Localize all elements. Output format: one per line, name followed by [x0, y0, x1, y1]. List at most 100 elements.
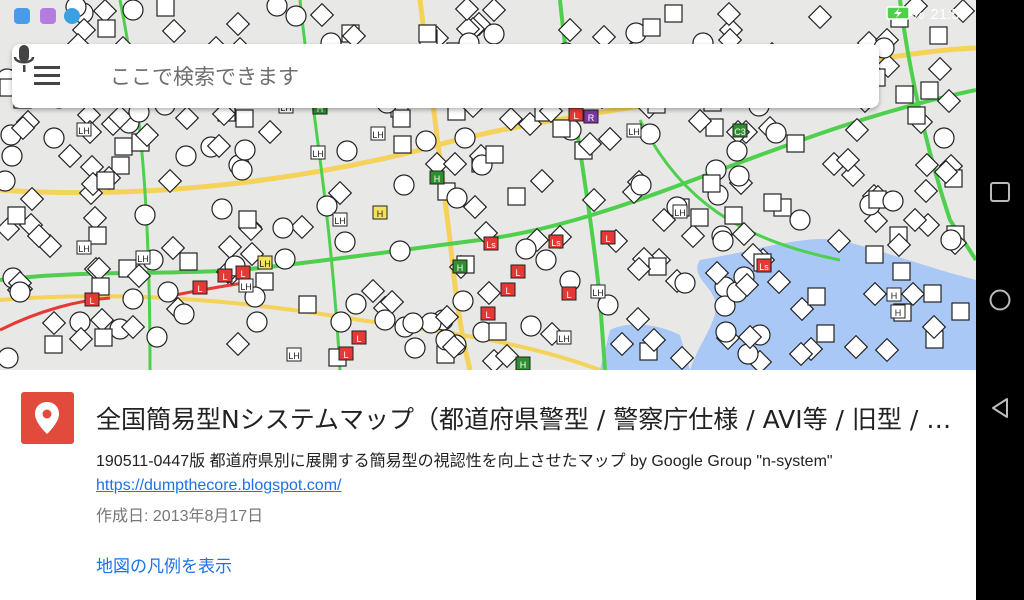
circle-marker[interactable]: [415, 130, 437, 152]
hamburger-menu-icon[interactable]: [34, 66, 60, 86]
diamond-marker[interactable]: [41, 310, 67, 336]
circle-marker[interactable]: [345, 293, 367, 315]
square-marker[interactable]: [91, 277, 110, 296]
square-marker[interactable]: [392, 109, 411, 128]
square-marker[interactable]: [485, 145, 504, 164]
circle-marker[interactable]: [882, 190, 904, 212]
square-marker[interactable]: [648, 257, 667, 276]
diamond-marker[interactable]: [529, 168, 555, 194]
square-marker[interactable]: [94, 328, 113, 347]
circle-marker[interactable]: [173, 303, 195, 325]
circle-marker[interactable]: [0, 347, 19, 369]
circle-marker[interactable]: [520, 315, 542, 337]
circle-marker[interactable]: [454, 127, 476, 149]
square-marker[interactable]: [786, 134, 805, 153]
show-legend-link[interactable]: 地図の凡例を表示: [96, 552, 232, 577]
square-marker[interactable]: [807, 287, 826, 306]
square-marker[interactable]: [951, 302, 970, 321]
square-marker[interactable]: [702, 174, 721, 193]
diamond-marker[interactable]: [86, 256, 112, 282]
circle-marker[interactable]: [715, 321, 737, 343]
circle-marker[interactable]: [639, 123, 661, 145]
square-marker[interactable]: [393, 135, 412, 154]
square-marker[interactable]: [488, 322, 507, 341]
circle-marker[interactable]: [274, 248, 296, 270]
square-marker[interactable]: [179, 252, 198, 271]
circle-marker[interactable]: [402, 312, 424, 334]
square-marker[interactable]: [88, 226, 107, 245]
circle-marker[interactable]: [0, 170, 16, 192]
circle-marker[interactable]: [674, 272, 696, 294]
square-marker[interactable]: [690, 208, 709, 227]
circle-marker[interactable]: [146, 326, 168, 348]
square-marker[interactable]: [298, 295, 317, 314]
diamond-marker[interactable]: [289, 214, 315, 240]
square-marker[interactable]: [114, 137, 133, 156]
circle-marker[interactable]: [393, 174, 415, 196]
diamond-marker[interactable]: [731, 221, 757, 247]
circle-marker[interactable]: [726, 140, 748, 162]
square-marker[interactable]: [895, 85, 914, 104]
diamond-marker[interactable]: [476, 280, 502, 306]
square-marker[interactable]: [865, 245, 884, 264]
circle-marker[interactable]: [122, 288, 144, 310]
square-marker[interactable]: [507, 187, 526, 206]
diamond-marker[interactable]: [442, 151, 468, 177]
square-marker[interactable]: [816, 324, 835, 343]
circle-marker[interactable]: [446, 187, 468, 209]
square-marker[interactable]: [552, 119, 571, 138]
circle-marker[interactable]: [336, 140, 358, 162]
circle-marker[interactable]: [765, 122, 787, 144]
circle-marker[interactable]: [728, 165, 750, 187]
circle-marker[interactable]: [404, 337, 426, 359]
circle-marker[interactable]: [211, 198, 233, 220]
diamond-marker[interactable]: [225, 331, 251, 357]
circle-marker[interactable]: [334, 231, 356, 253]
square-marker[interactable]: [920, 81, 939, 100]
circle-marker[interactable]: [389, 240, 411, 262]
circle-marker[interactable]: [246, 311, 268, 333]
circle-marker[interactable]: [134, 204, 156, 226]
circle-marker[interactable]: [712, 230, 734, 252]
search-input[interactable]: [108, 62, 792, 92]
diamond-marker[interactable]: [57, 143, 83, 169]
map-view[interactable]: LH H LH LH LH H H LH LH LH LH L L LH L L H Ls Ls L L L L L L L LH L…: [0, 0, 976, 370]
circle-marker[interactable]: [515, 238, 537, 260]
back-icon[interactable]: [988, 396, 1012, 420]
square-marker[interactable]: [235, 109, 254, 128]
diamond-marker[interactable]: [597, 126, 623, 152]
diamond-marker[interactable]: [927, 56, 953, 82]
circle-marker[interactable]: [9, 281, 31, 303]
square-marker[interactable]: [892, 262, 911, 281]
circle-marker[interactable]: [175, 145, 197, 167]
circle-marker[interactable]: [452, 290, 474, 312]
square-marker[interactable]: [44, 335, 63, 354]
home-icon[interactable]: [988, 288, 1012, 312]
diamond-marker[interactable]: [913, 178, 939, 204]
circle-marker[interactable]: [234, 139, 256, 161]
diamond-marker[interactable]: [174, 105, 200, 131]
circle-marker[interactable]: [157, 281, 179, 303]
diamond-marker[interactable]: [68, 326, 94, 352]
circle-marker[interactable]: [272, 217, 294, 239]
diamond-marker[interactable]: [217, 234, 243, 260]
microphone-icon[interactable]: [12, 44, 36, 74]
circle-marker[interactable]: [630, 174, 652, 196]
circle-marker[interactable]: [535, 249, 557, 271]
diamond-marker[interactable]: [257, 119, 283, 145]
circle-marker[interactable]: [231, 159, 253, 181]
square-marker[interactable]: [7, 206, 26, 225]
square-marker[interactable]: [907, 106, 926, 125]
circle-marker[interactable]: [1, 145, 23, 167]
circle-marker[interactable]: [940, 229, 962, 251]
search-bar[interactable]: [12, 44, 879, 108]
square-marker[interactable]: [763, 193, 782, 212]
diamond-marker[interactable]: [680, 223, 706, 249]
recent-apps-icon[interactable]: [988, 180, 1012, 204]
diamond-marker[interactable]: [82, 205, 108, 231]
square-marker[interactable]: [724, 206, 743, 225]
circle-marker[interactable]: [43, 127, 65, 149]
square-marker[interactable]: [923, 284, 942, 303]
blog-link[interactable]: https://dumpthecore.blogspot.com/: [96, 477, 341, 494]
circle-marker[interactable]: [933, 127, 955, 149]
